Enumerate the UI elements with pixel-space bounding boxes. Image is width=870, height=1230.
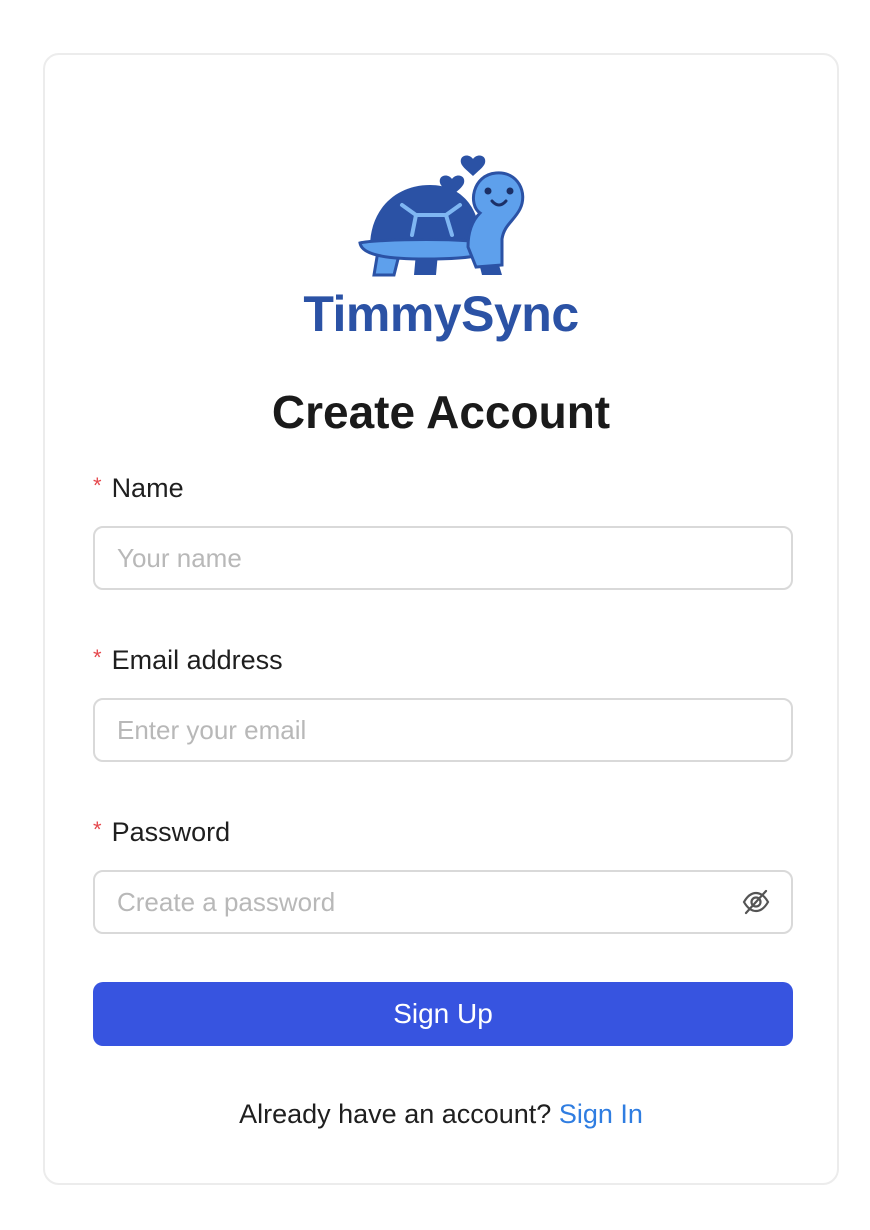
eye-off-icon[interactable] <box>741 887 771 917</box>
sign-in-link[interactable]: Sign In <box>559 1099 643 1129</box>
turtle-logo-icon <box>358 155 525 277</box>
page-title: Create Account <box>271 386 611 438</box>
email-field-box <box>93 698 793 762</box>
logo <box>45 139 837 279</box>
required-marker: * <box>93 817 102 842</box>
password-input[interactable] <box>95 872 791 932</box>
email-input[interactable] <box>95 700 791 760</box>
name-label-text: Name <box>111 473 184 503</box>
name-label: * Name <box>93 473 184 504</box>
required-marker: * <box>93 645 102 670</box>
required-marker: * <box>93 473 102 498</box>
email-label: * Email address <box>93 645 283 676</box>
sign-in-prompt-text: Already have an account? <box>239 1099 552 1129</box>
password-field-box <box>93 870 793 934</box>
signup-card: TimmySync Create Account * Name * Email ad… <box>43 53 839 1185</box>
password-label-text: Password <box>111 817 231 847</box>
password-label: * Password <box>93 817 230 848</box>
name-input[interactable] <box>95 528 791 588</box>
sign-up-button[interactable]: Sign Up <box>93 982 793 1046</box>
sign-in-prompt: Already have an account? Sign In <box>45 1099 837 1130</box>
name-field-box <box>93 526 793 590</box>
brand-name: TimmySync <box>303 286 579 342</box>
email-label-text: Email address <box>111 645 283 675</box>
